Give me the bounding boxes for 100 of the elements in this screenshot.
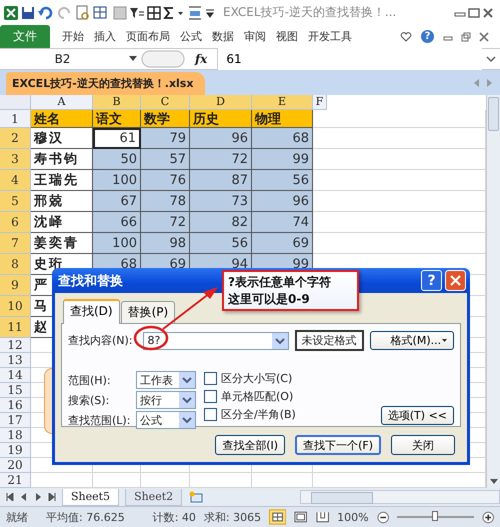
scroll-down-icon[interactable] bbox=[490, 479, 498, 485]
ribbon-tab[interactable]: 开始 bbox=[58, 29, 88, 44]
column-header[interactable]: B bbox=[93, 95, 141, 110]
dialog-tab[interactable]: 查找(D) bbox=[63, 299, 120, 324]
undo-icon[interactable] bbox=[37, 6, 55, 20]
insert-function-button[interactable]: fx bbox=[195, 52, 208, 66]
row-header[interactable]: 15 bbox=[0, 383, 31, 398]
vertical-scrollbar[interactable] bbox=[486, 95, 500, 488]
expand-icon[interactable] bbox=[486, 55, 496, 63]
sum-icon[interactable] bbox=[163, 6, 185, 20]
new-sheet-icon[interactable] bbox=[188, 491, 204, 503]
row-header[interactable]: 5 bbox=[0, 191, 31, 212]
file-tab[interactable]: 文件 bbox=[0, 25, 50, 48]
checkbox[interactable] bbox=[204, 408, 217, 421]
previous-sheet-icon[interactable] bbox=[20, 493, 28, 501]
zoom-in-icon[interactable] bbox=[482, 510, 494, 524]
close-icon[interactable] bbox=[479, 32, 489, 42]
checkbox[interactable] bbox=[204, 372, 217, 385]
row-header[interactable]: 16 bbox=[0, 398, 31, 413]
column-header[interactable]: C bbox=[141, 95, 190, 110]
options-button[interactable]: 选项(T) << bbox=[380, 406, 454, 425]
ribbon-tab[interactable]: 数据 bbox=[208, 29, 238, 44]
column-header[interactable]: F bbox=[313, 95, 327, 110]
next-sheet-icon[interactable] bbox=[34, 493, 42, 501]
horizontal-scrollbar[interactable] bbox=[300, 490, 500, 504]
column-header[interactable]: D bbox=[190, 95, 252, 110]
dropdown[interactable]: 工作表 bbox=[136, 371, 196, 389]
borders-icon[interactable] bbox=[147, 6, 161, 20]
heart-icon[interactable] bbox=[400, 30, 412, 42]
row-header[interactable]: 7 bbox=[0, 233, 31, 254]
row-header[interactable]: 12 bbox=[0, 338, 31, 353]
row-header[interactable]: 3 bbox=[0, 149, 31, 170]
sheet-tab[interactable]: Sheet5 bbox=[62, 488, 120, 506]
row-header[interactable]: 18 bbox=[0, 428, 31, 443]
ribbon-tab[interactable]: 页面布局 bbox=[122, 29, 174, 44]
column-header[interactable]: A bbox=[31, 95, 93, 110]
sheet-tab[interactable]: Sheet2 bbox=[125, 488, 182, 506]
option-label: 范围(H): bbox=[68, 372, 112, 388]
table-cell: 96 bbox=[190, 128, 252, 149]
format-button[interactable]: 格式(M)... bbox=[370, 331, 454, 350]
save-icon[interactable] bbox=[21, 6, 35, 20]
ribbon-tab[interactable]: 插入 bbox=[90, 29, 120, 44]
first-sheet-icon[interactable] bbox=[6, 493, 14, 501]
row-header[interactable]: 20 bbox=[0, 458, 31, 473]
restore-icon[interactable] bbox=[461, 32, 471, 42]
ribbon-tab[interactable]: 视图 bbox=[272, 29, 302, 44]
zoom-out-icon[interactable] bbox=[376, 510, 389, 524]
align-icon[interactable] bbox=[187, 4, 203, 20]
table-cell: 76 bbox=[141, 170, 190, 191]
table-cell: 73 bbox=[190, 191, 252, 212]
row-header[interactable]: 14 bbox=[0, 368, 31, 383]
restore-icon[interactable] bbox=[468, 6, 480, 18]
formula-field[interactable]: 61 bbox=[217, 48, 482, 70]
workbook-tab[interactable]: EXCEL技巧-逆天的查找替换！.xlsx bbox=[6, 72, 206, 95]
ribbon-tab[interactable]: 审阅 bbox=[240, 29, 270, 44]
row-header[interactable]: 9 bbox=[0, 275, 31, 296]
table-cell: 100 bbox=[93, 233, 141, 254]
row-header[interactable]: 2 bbox=[0, 128, 31, 149]
scrollbar-thumb[interactable] bbox=[488, 97, 499, 131]
find-field[interactable]: 8? bbox=[142, 332, 289, 350]
dialog-tab[interactable]: 替换(P) bbox=[120, 301, 176, 323]
row-header[interactable]: 1 bbox=[0, 110, 31, 128]
table-cell: 72 bbox=[141, 212, 190, 233]
row-header[interactable]: 6 bbox=[0, 212, 31, 233]
row-header[interactable]: 13 bbox=[0, 353, 31, 368]
row-header[interactable]: 21 bbox=[0, 473, 31, 488]
dialog-button[interactable]: 关闭 bbox=[391, 435, 455, 455]
option-label: 查找范围(L): bbox=[68, 412, 132, 428]
status-text: 就绪 bbox=[6, 510, 28, 524]
zoom-level[interactable]: 100% bbox=[337, 510, 369, 524]
filter-icon[interactable] bbox=[129, 6, 145, 20]
print-preview-icon[interactable] bbox=[75, 4, 91, 20]
dialog-button[interactable]: 查找下一个(F) bbox=[295, 435, 381, 455]
row-header[interactable]: 17 bbox=[0, 413, 31, 428]
last-sheet-icon[interactable] bbox=[48, 493, 56, 501]
dropdown-arrow-icon[interactable] bbox=[129, 56, 137, 62]
page-layout-icon[interactable] bbox=[294, 511, 308, 523]
help-button[interactable]: ? bbox=[421, 30, 434, 43]
dialog-button[interactable]: 查找全部(I) bbox=[215, 435, 286, 455]
table-cell: 72 bbox=[190, 149, 252, 170]
dropdown[interactable]: 按行 bbox=[136, 391, 196, 409]
name-box[interactable]: B2 bbox=[0, 52, 125, 66]
column-header[interactable]: E bbox=[252, 95, 313, 110]
row-header[interactable]: 10 bbox=[0, 296, 31, 317]
row-header[interactable]: 4 bbox=[0, 170, 31, 191]
page-break-icon[interactable] bbox=[316, 511, 330, 523]
ribbon-tab[interactable]: 公式 bbox=[176, 29, 206, 44]
help-button[interactable]: ? bbox=[421, 270, 442, 291]
table-cell: 99 bbox=[252, 149, 313, 170]
zoom-slider-thumb[interactable] bbox=[432, 511, 438, 521]
checkbox[interactable] bbox=[204, 390, 217, 403]
ribbon-tab[interactable]: 开发工具 bbox=[304, 29, 356, 44]
close-icon[interactable] bbox=[482, 6, 494, 18]
normal-view-icon[interactable] bbox=[269, 509, 286, 525]
row-header[interactable]: 11 bbox=[0, 317, 31, 338]
row-header[interactable]: 19 bbox=[0, 443, 31, 458]
row-header[interactable]: 8 bbox=[0, 254, 31, 275]
excel-logo-icon bbox=[3, 4, 19, 20]
checkbox-label: 单元格匹配(O) bbox=[221, 389, 294, 404]
dropdown[interactable]: 公式 bbox=[136, 411, 196, 429]
